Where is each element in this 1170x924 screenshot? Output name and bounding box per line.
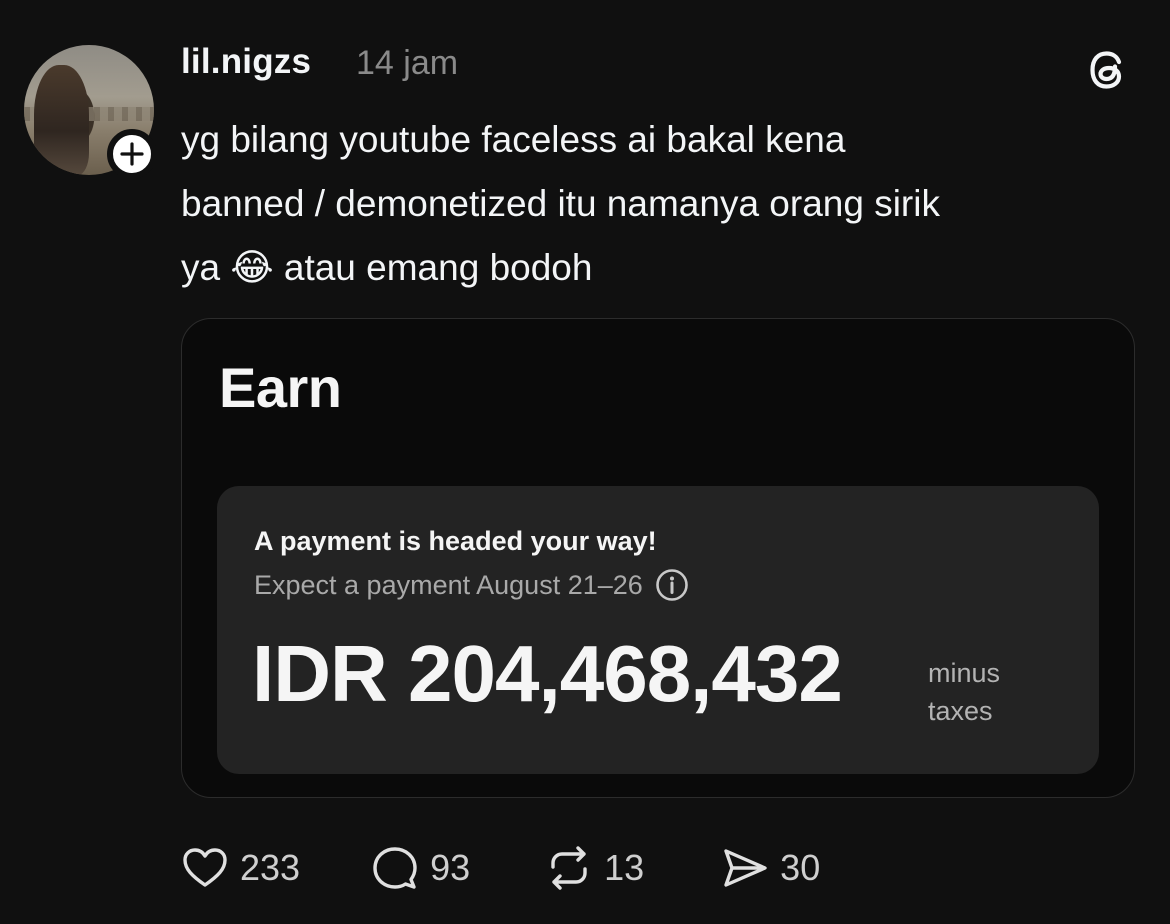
heart-icon: [183, 848, 227, 887]
follow-button[interactable]: [107, 129, 157, 179]
amount-note-line: minus: [928, 658, 1001, 688]
payment-expectation: Expect a payment August 21–26: [254, 568, 689, 602]
post-actions: 233 93 13 30: [180, 840, 820, 896]
repost-button[interactable]: 13: [544, 843, 644, 893]
like-button[interactable]: 233: [180, 843, 300, 893]
payment-amount: IDR 204,468,432: [252, 629, 843, 718]
repost-count: 13: [604, 847, 645, 888]
payment-panel: A payment is headed your way! Expect a p…: [217, 486, 1099, 774]
post-text-line: ya 😂 atau emang bodoh: [181, 247, 593, 288]
earn-title: Earn: [219, 356, 342, 419]
post-text-line: banned / demonetized itu namanya orang s…: [181, 183, 940, 224]
repost-icon: [551, 846, 587, 890]
amount-note: minus taxes: [928, 654, 1000, 730]
post-text-line: yg bilang youtube faceless ai bakal kena: [181, 119, 846, 160]
avatar-figure: [34, 65, 89, 175]
comment-count: 93: [430, 847, 471, 888]
plus-icon: [120, 142, 144, 166]
comment-bubble-icon: [373, 847, 417, 889]
info-icon: [655, 569, 688, 601]
like-count: 233: [240, 847, 301, 888]
threads-logo-icon[interactable]: [1082, 44, 1134, 96]
username-link[interactable]: lil.nigzs: [181, 42, 311, 82]
post-body: yg bilang youtube faceless ai bakal kena…: [181, 108, 1141, 300]
attached-image-card[interactable]: Earn A payment is headed your way! Expec…: [181, 318, 1135, 798]
comment-button[interactable]: 93: [370, 843, 470, 893]
share-button[interactable]: 30: [720, 843, 820, 893]
amount-note-line: taxes: [928, 696, 993, 726]
send-icon: [724, 849, 767, 887]
payment-date-text: Expect a payment August 21–26: [254, 569, 643, 600]
payment-headline: A payment is headed your way!: [254, 526, 657, 556]
post-timestamp: 14 jam: [356, 44, 459, 82]
share-count: 30: [780, 847, 821, 888]
